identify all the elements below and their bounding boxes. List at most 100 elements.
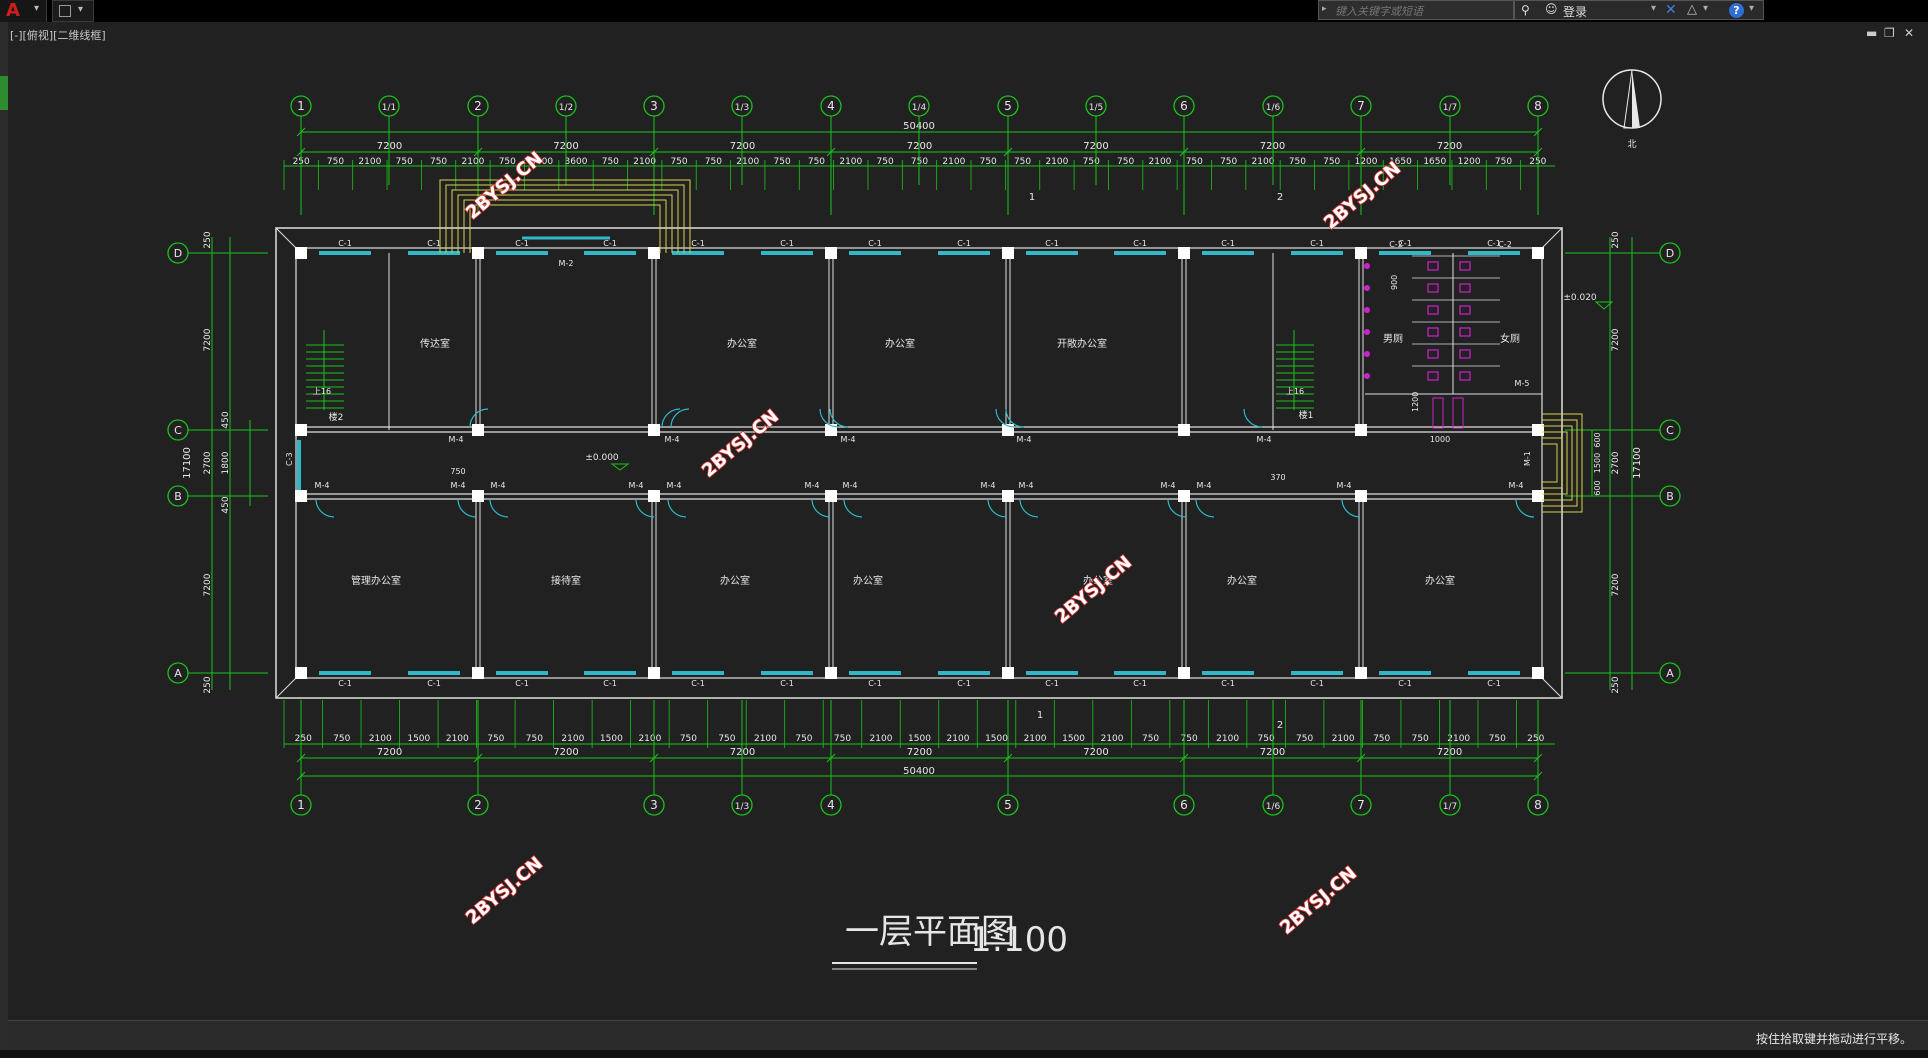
dimension-text: 750: [430, 157, 447, 167]
dimension-text: 750: [526, 734, 543, 744]
window-label: C-1: [780, 239, 794, 248]
window-label: C-1: [1133, 239, 1147, 248]
structural-column: [472, 247, 484, 259]
dimension-text: 2100: [942, 157, 965, 167]
axis-label-top: 8: [1534, 99, 1542, 113]
window-label: C-1: [780, 679, 794, 688]
axis-label-left: C: [174, 424, 182, 437]
structural-column: [295, 490, 307, 502]
room-label-north: 传达室: [420, 337, 450, 350]
window-label: C-1: [515, 239, 529, 248]
axis-label-top: 5: [1004, 99, 1012, 113]
door-label: M-4: [629, 481, 644, 490]
window-label: C-1: [515, 679, 529, 688]
structural-column: [825, 247, 837, 259]
structural-column: [295, 667, 307, 679]
dimension-text: 7200: [907, 747, 932, 758]
window-label: C-1: [957, 679, 971, 688]
watermark-text: 2BYSJ.CN: [1276, 863, 1361, 939]
dimension-text: 2100: [461, 157, 484, 167]
room-label: 上16: [1286, 387, 1304, 396]
door-swing: [489, 498, 509, 518]
window-label: C-1: [868, 239, 882, 248]
drawing-canvas[interactable]: 5040072007200720072007200720072002507502…: [0, 0, 1928, 1058]
window-label: C-1: [1221, 679, 1235, 688]
door-swing: [315, 498, 335, 518]
structural-column: [1355, 247, 1367, 259]
axis-label-top: 3: [650, 99, 658, 113]
door-label: M-4: [315, 481, 330, 490]
door-swing: [1515, 498, 1535, 518]
entrance-step: [469, 204, 661, 253]
status-message: 按住拾取键并拖动进行平移。: [1755, 1032, 1912, 1046]
room-label-south: 接待室: [551, 574, 581, 587]
dimension-text: 7200: [1611, 328, 1621, 351]
axis-label-top: 7: [1357, 99, 1365, 113]
door-label: M-4: [667, 481, 682, 490]
dimension-text: 1650: [1423, 157, 1446, 167]
exterior-wall: [295, 247, 1543, 679]
dimension-text: 1500: [985, 734, 1008, 744]
door-label: M-4: [1017, 435, 1032, 444]
room-label-north: 办公室: [727, 337, 757, 350]
north-needle-outline: [1623, 69, 1633, 129]
dimension-text: 600: [1593, 432, 1602, 447]
room-label-south: 办公室: [853, 574, 883, 587]
structural-column: [295, 247, 307, 259]
outer-outline: [275, 227, 1563, 699]
dimension-text: 7200: [553, 747, 578, 758]
drawing-title-block: 一层平面图 1:100: [832, 912, 1068, 970]
dimension-layer: 50400 7200 7200 7200 7200 7200 7200 7200 250 750 2…: [182, 121, 1643, 781]
note: 900: [1390, 275, 1399, 290]
section-mark: 2: [1277, 720, 1283, 731]
door-label: M-4: [843, 481, 858, 490]
structural-column: [1532, 247, 1544, 259]
structural-column: [1002, 247, 1014, 259]
dimension-text: 250: [203, 231, 213, 248]
dimension-text: 2100: [1332, 734, 1355, 744]
door-label: M-4: [1197, 481, 1212, 490]
axis-label-top: 1: [297, 99, 305, 113]
dimension-text: 250: [1527, 734, 1544, 744]
door-label: M-4: [1257, 435, 1272, 444]
window-label: C-1: [1221, 239, 1235, 248]
dimension-text: 750: [1181, 734, 1198, 744]
dimension-text: 750: [396, 157, 413, 167]
entrance-step: [1542, 431, 1568, 495]
dimension-text: 17100: [182, 447, 193, 479]
dimension-text: 750: [333, 734, 350, 744]
dimension-text: 750: [795, 734, 812, 744]
axis-label-top: 1/7: [1443, 103, 1457, 113]
structural-column: [1178, 424, 1190, 436]
window-label: C-3: [285, 452, 294, 466]
section-mark: 1: [1029, 192, 1035, 203]
structural-column: [1355, 490, 1367, 502]
axis-label-bottom: 1/6: [1266, 802, 1281, 812]
watermark-text: 2BYSJ.CN: [462, 853, 547, 929]
dimension-text: 750: [680, 734, 697, 744]
axis-label-bottom: 1/3: [735, 802, 749, 812]
structural-column: [1355, 424, 1367, 436]
structural-column: [648, 247, 660, 259]
door-swing: [1019, 498, 1039, 518]
dimension-text: 7200: [1611, 573, 1621, 596]
axis-label-top: 1/3: [735, 103, 749, 113]
dimension-text: 750: [1117, 157, 1134, 167]
axis-label-right: A: [1666, 667, 1674, 680]
entrance-step: [1542, 443, 1558, 483]
structural-column: [472, 667, 484, 679]
dimension-text: 750: [1258, 734, 1275, 744]
window-label: C-2: [1389, 240, 1403, 249]
toilet-fixture: [1459, 371, 1471, 381]
note: 750: [450, 467, 465, 476]
room-label: 女厕: [1500, 332, 1520, 345]
room-label: 上16: [313, 387, 331, 396]
dimension-text: 750: [1489, 734, 1506, 744]
dimension-text: 600: [1593, 480, 1602, 495]
dimension-text: 2100: [1024, 734, 1047, 744]
window-label: C-1: [1045, 239, 1059, 248]
window-label: C-1: [691, 679, 705, 688]
dimension-text: 3600: [565, 157, 588, 167]
watermark-text: 2BYSJ.CN: [698, 406, 783, 482]
axis-label-top: 1/2: [559, 103, 573, 113]
